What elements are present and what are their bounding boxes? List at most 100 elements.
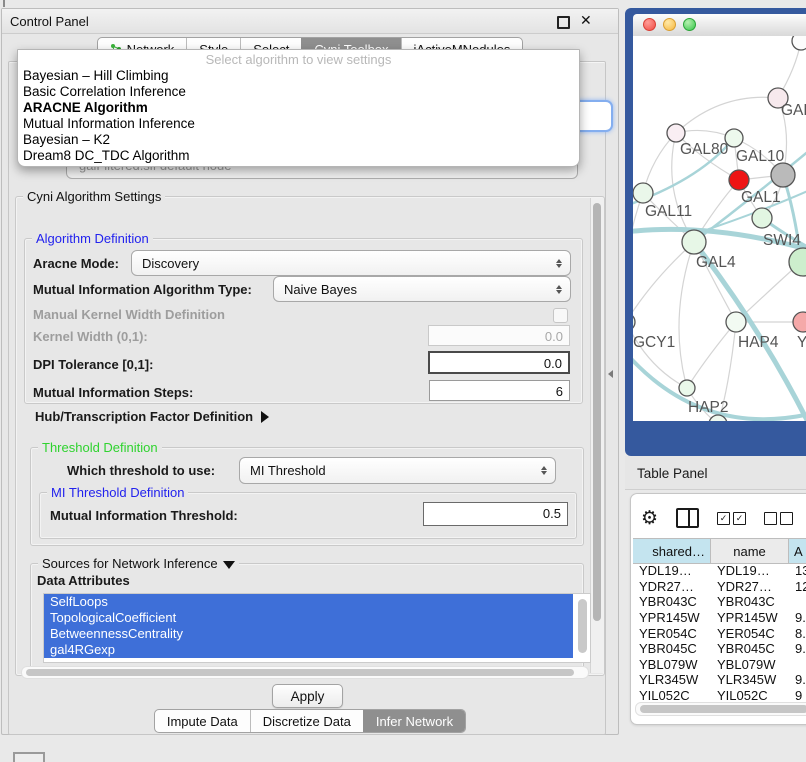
cell-name: YIL052C [711,688,789,700]
menu-item[interactable]: Dream8 DC_TDC Algorithm [18,148,579,164]
cell-name: YPR145W [711,610,789,625]
float-window-icon[interactable] [557,16,570,29]
node[interactable] [771,163,795,187]
settings-horizontal-scrollbar[interactable] [21,666,589,679]
expand-right-icon [261,411,269,423]
algorithm-definition-title: Algorithm Definition [32,231,153,246]
data-attributes-list: SelfLoops TopologicalCoefficient Between… [43,593,591,663]
manual-kernel-width-checkbox[interactable] [553,308,568,323]
tab-infer-network[interactable]: Infer Network [363,710,465,732]
select-all-checkboxes-icon[interactable]: ✓✓ [717,512,746,525]
node[interactable] [633,183,653,203]
deselect-all-checkboxes-icon[interactable] [764,512,793,525]
node[interactable] [633,313,635,331]
menu-item[interactable]: Bayesian – Hill Climbing [18,68,579,84]
list-item[interactable]: BetweennessCentrality [44,626,573,642]
minimize-traffic-light-icon[interactable] [663,18,676,31]
settings-vertical-scrollbar[interactable] [590,198,604,673]
threshold-definition-group: Threshold Definition Which threshold to … [30,447,584,546]
sources-group-title-row[interactable]: Sources for Network Inference [38,556,239,571]
panel-title: Control Panel [10,14,89,29]
which-threshold-value: MI Threshold [250,463,326,478]
node-label: GAL [781,102,806,119]
cell-shared-name: YBL079W [633,657,711,672]
node[interactable] [793,312,806,332]
split-columns-icon[interactable] [676,508,699,528]
table-row[interactable]: YBL079W YBL079W [633,657,806,673]
menu-item[interactable]: Basic Correlation Inference [18,84,579,100]
list-vertical-scrollbar[interactable] [577,596,588,658]
control-panel-titlebar: Control Panel ✕ [2,9,618,34]
table-horizontal-scrollbar-thumb[interactable] [640,705,806,713]
settings-horizontal-scrollbar-thumb[interactable] [26,669,574,676]
table-row[interactable]: YLR345W YLR345W 9. [633,672,806,688]
cell-name: YLR345W [711,672,789,687]
apply-button[interactable]: Apply [272,684,343,708]
table-panel-card: ⚙ ✓✓ shared… name A YDL19… YDL19… 13 Y [630,493,806,725]
table-horizontal-scrollbar[interactable] [635,702,806,716]
hub-tf-definition-toggle[interactable]: Hub/Transcription Factor Definition [35,409,269,424]
aracne-mode-combobox[interactable]: Discovery [131,250,571,276]
menu-item-selected[interactable]: ARACNE Algorithm [18,100,579,116]
sources-group-title: Sources for Network Inference [42,556,218,571]
dpi-tolerance-label: DPI Tolerance [0,1]: [33,357,153,372]
node[interactable] [792,36,806,50]
close-icon[interactable]: ✕ [580,12,592,29]
aracne-mode-label: Aracne Mode: [33,256,119,271]
kernel-width-label: Kernel Width (0,1): [33,329,148,344]
tab-discretize-data[interactable]: Discretize Data [250,710,363,732]
cell-partial: 8. [789,626,806,641]
table-row[interactable]: YPR145W YPR145W 9. [633,610,806,626]
dpi-tolerance-field[interactable]: 0.0 [428,351,570,374]
zoom-traffic-light-icon[interactable] [683,18,696,31]
list-item[interactable]: gal4RGexp [44,642,573,658]
mi-steps-field[interactable]: 6 [429,380,570,401]
split-pane-collapse-arrow[interactable] [608,370,613,378]
kernel-width-field[interactable]: 0.0 [428,325,570,346]
apply-button-label: Apply [291,689,325,704]
network-canvas[interactable]: GAL GAL80 GAL10 GAL1 GAL11 SWI4 GAL4 GCY… [633,36,806,421]
node-label: GAL4 [696,254,736,271]
menu-item[interactable]: Mutual Information Inference [18,116,579,132]
network-window-titlebar [633,14,806,37]
tab-impute-data[interactable]: Impute Data [155,710,250,732]
minimized-panel-icon[interactable] [13,752,45,762]
node-selected[interactable] [729,170,749,190]
table-row[interactable]: YER054C YER054C 8. [633,625,806,641]
mi-threshold-field[interactable]: 0.5 [423,502,568,526]
node-label: HAP4 [738,334,779,351]
cell-shared-name: YBR043C [633,594,711,609]
node[interactable] [682,230,706,254]
list-vertical-scrollbar-thumb[interactable] [578,599,587,653]
node[interactable] [679,380,695,396]
table-row[interactable]: YDL19… YDL19… 13 [633,563,806,579]
menu-item[interactable]: Bayesian – K2 [18,132,579,148]
column-header-name[interactable]: name [711,539,789,563]
settings-vertical-scrollbar-thumb[interactable] [593,203,601,621]
table-row[interactable]: YIL052C YIL052C 9 [633,688,806,700]
node[interactable] [752,208,772,228]
node[interactable] [726,312,746,332]
menu-placeholder: Select algorithm to view settings [18,50,579,68]
list-item[interactable]: SelfLoops [44,594,573,610]
table-header: shared… name A [633,538,806,564]
node-label: GAL11 [645,203,692,220]
table-row[interactable]: YBR045C YBR045C 9. [633,641,806,657]
list-item[interactable]: TopologicalCoefficient [44,610,573,626]
table-row[interactable]: YDR27… YDR27… 12 [633,579,806,595]
sources-group: Sources for Network Inference Data Attri… [30,563,584,670]
column-header-partial[interactable]: A [789,539,806,563]
clipped-edge-artifact [3,0,5,7]
node-label: GAL80 [680,141,729,158]
node[interactable] [667,124,685,142]
node[interactable] [789,248,806,276]
updown-arrows-icon [556,259,562,268]
gear-icon[interactable]: ⚙ [641,509,658,528]
tab-infer-network-label: Infer Network [376,714,453,729]
mi-algorithm-type-combobox[interactable]: Naive Bayes [273,276,571,302]
which-threshold-combobox[interactable]: MI Threshold [239,457,556,484]
close-traffic-light-icon[interactable] [643,18,656,31]
cell-shared-name: YBR045C [633,641,711,656]
column-header-shared-name[interactable]: shared… [633,539,711,563]
table-row[interactable]: YBR043C YBR043C [633,594,806,610]
